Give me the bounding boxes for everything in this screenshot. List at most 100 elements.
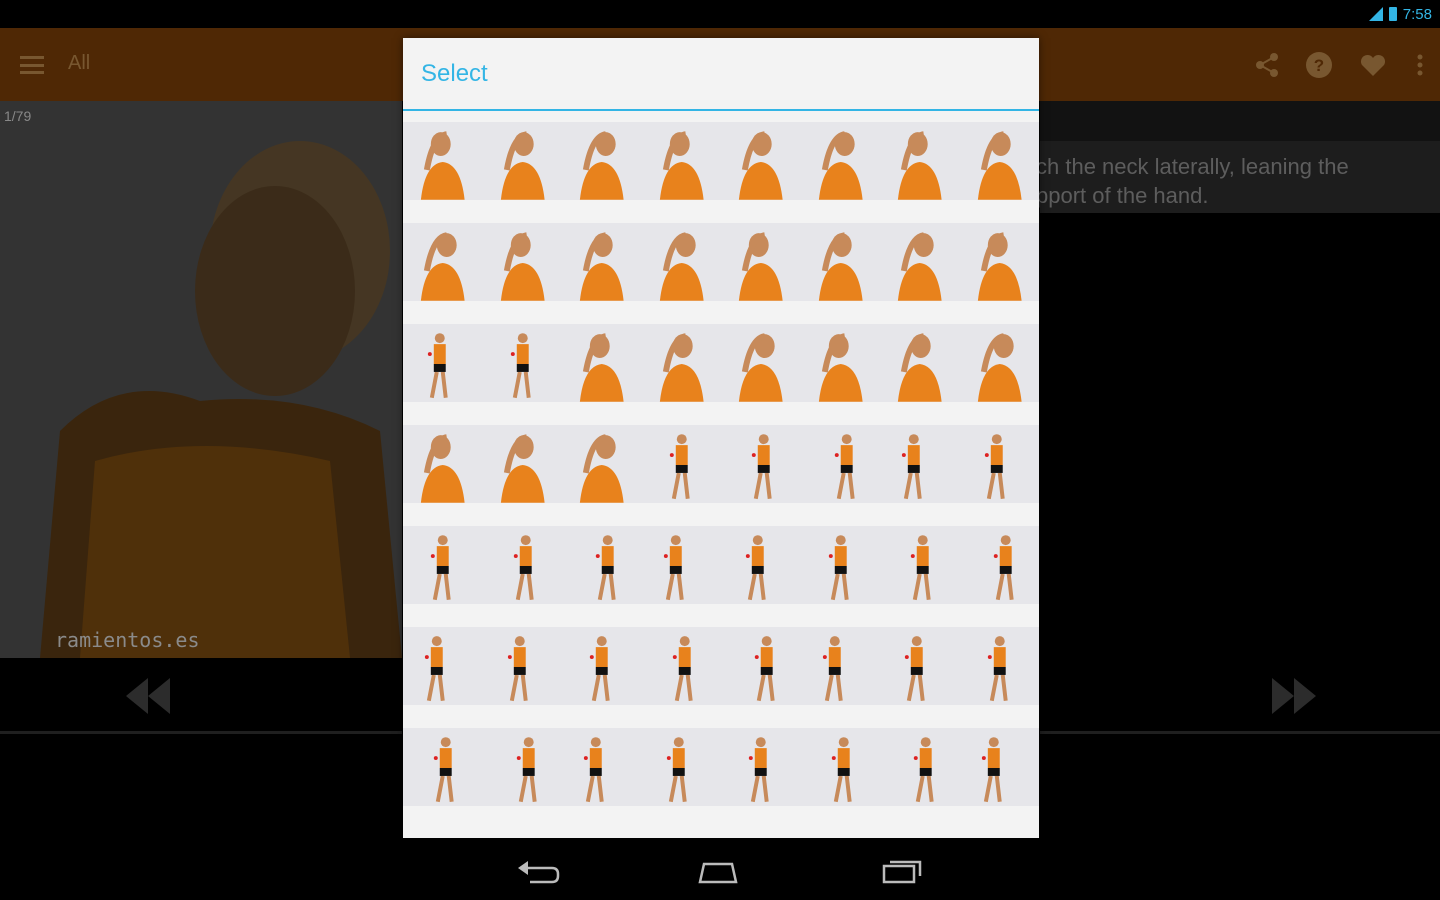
exercise-thumbnail[interactable]	[642, 324, 722, 402]
exercise-figure-icon	[904, 636, 925, 702]
exercise-figure-icon	[754, 636, 775, 702]
exercise-figure-icon	[430, 535, 451, 601]
exercise-thumbnail[interactable]	[880, 526, 960, 604]
exercise-figure-icon	[981, 737, 1002, 803]
exercise-grid	[403, 122, 1039, 829]
exercise-figure-icon	[424, 636, 445, 702]
exercise-thumbnail[interactable]	[801, 425, 881, 503]
exercise-figure-icon	[500, 131, 545, 200]
exercise-thumbnail[interactable]	[483, 627, 563, 705]
exercise-figure-icon	[818, 333, 863, 402]
exercise-figure-icon	[420, 232, 465, 301]
exercise-thumbnail[interactable]	[721, 425, 801, 503]
exercise-thumbnail[interactable]	[403, 223, 483, 301]
thumbnail-row	[403, 425, 1039, 503]
exercise-thumbnail[interactable]	[960, 728, 1040, 806]
exercise-figure-icon	[579, 131, 624, 200]
exercise-figure-icon	[579, 434, 624, 503]
exercise-figure-icon	[500, 434, 545, 503]
exercise-figure-icon	[659, 131, 704, 200]
exercise-figure-icon	[595, 535, 616, 601]
exercise-thumbnail[interactable]	[483, 223, 563, 301]
exercise-figure-icon	[579, 333, 624, 402]
exercise-thumbnail[interactable]	[562, 122, 642, 200]
exercise-figure-icon	[738, 333, 783, 402]
exercise-thumbnail[interactable]	[801, 728, 881, 806]
exercise-figure-icon	[987, 636, 1008, 702]
exercise-thumbnail[interactable]	[403, 122, 483, 200]
exercise-thumbnail[interactable]	[960, 324, 1040, 402]
exercise-thumbnail[interactable]	[562, 627, 642, 705]
exercise-thumbnail[interactable]	[960, 425, 1040, 503]
exercise-thumbnail[interactable]	[721, 324, 801, 402]
exercise-thumbnail[interactable]	[483, 425, 563, 503]
exercise-thumbnail[interactable]	[721, 526, 801, 604]
thumbnail-row	[403, 526, 1039, 604]
exercise-figure-icon	[993, 535, 1014, 601]
dialog-title: Select	[421, 60, 488, 87]
exercise-figure-icon	[977, 333, 1022, 402]
exercise-thumbnail[interactable]	[403, 324, 483, 402]
exercise-thumbnail[interactable]	[562, 324, 642, 402]
exercise-thumbnail[interactable]	[483, 728, 563, 806]
exercise-thumbnail[interactable]	[801, 223, 881, 301]
exercise-thumbnail[interactable]	[721, 728, 801, 806]
exercise-thumbnail[interactable]	[642, 223, 722, 301]
exercise-figure-icon	[977, 232, 1022, 301]
exercise-thumbnail[interactable]	[642, 526, 722, 604]
exercise-thumbnail[interactable]	[960, 223, 1040, 301]
exercise-thumbnail[interactable]	[403, 526, 483, 604]
exercise-thumbnail[interactable]	[880, 122, 960, 200]
exercise-thumbnail[interactable]	[721, 223, 801, 301]
exercise-thumbnail[interactable]	[483, 526, 563, 604]
exercise-figure-icon	[427, 333, 448, 399]
exercise-figure-icon	[748, 737, 769, 803]
exercise-figure-icon	[910, 535, 931, 601]
dialog-title-divider	[403, 109, 1039, 111]
exercise-thumbnail[interactable]	[403, 627, 483, 705]
exercise-thumbnail[interactable]	[801, 627, 881, 705]
exercise-figure-icon	[583, 737, 604, 803]
exercise-thumbnail[interactable]	[642, 627, 722, 705]
exercise-thumbnail[interactable]	[880, 627, 960, 705]
exercise-thumbnail[interactable]	[880, 223, 960, 301]
exercise-thumbnail[interactable]	[642, 425, 722, 503]
exercise-thumbnail[interactable]	[960, 122, 1040, 200]
exercise-figure-icon	[433, 737, 454, 803]
exercise-thumbnail[interactable]	[403, 728, 483, 806]
exercise-thumbnail[interactable]	[642, 728, 722, 806]
exercise-thumbnail[interactable]	[721, 122, 801, 200]
exercise-thumbnail[interactable]	[562, 223, 642, 301]
navigation-bar	[0, 840, 1440, 900]
exercise-figure-icon	[513, 535, 534, 601]
exercise-counter: 1/79	[4, 108, 32, 124]
exercise-thumbnail[interactable]	[801, 526, 881, 604]
exercise-thumbnail[interactable]	[562, 425, 642, 503]
exercise-thumbnail[interactable]	[562, 526, 642, 604]
exercise-thumbnail[interactable]	[801, 324, 881, 402]
exercise-thumbnail[interactable]	[960, 526, 1040, 604]
exercise-thumbnail[interactable]	[880, 425, 960, 503]
exercise-figure-icon	[977, 131, 1022, 200]
exercise-thumbnail[interactable]	[562, 728, 642, 806]
exercise-thumbnail[interactable]	[880, 324, 960, 402]
back-icon[interactable]	[516, 856, 560, 886]
home-icon[interactable]	[696, 856, 740, 886]
exercise-figure-icon	[738, 131, 783, 200]
recent-apps-icon[interactable]	[880, 856, 924, 886]
thumbnail-row	[403, 223, 1039, 301]
exercise-thumbnail[interactable]	[403, 425, 483, 503]
thumbnail-row	[403, 627, 1039, 705]
exercise-thumbnail[interactable]	[483, 324, 563, 402]
exercise-thumbnail[interactable]	[483, 122, 563, 200]
exercise-thumbnail[interactable]	[642, 122, 722, 200]
exercise-figure-icon	[516, 737, 537, 803]
exercise-thumbnail[interactable]	[960, 627, 1040, 705]
exercise-figure-icon	[738, 232, 783, 301]
exercise-thumbnail[interactable]	[801, 122, 881, 200]
exercise-thumbnail[interactable]	[721, 627, 801, 705]
exercise-figure-icon	[507, 636, 528, 702]
exercise-figure-icon	[659, 333, 704, 402]
battery-icon	[1388, 7, 1397, 21]
exercise-thumbnail[interactable]	[880, 728, 960, 806]
